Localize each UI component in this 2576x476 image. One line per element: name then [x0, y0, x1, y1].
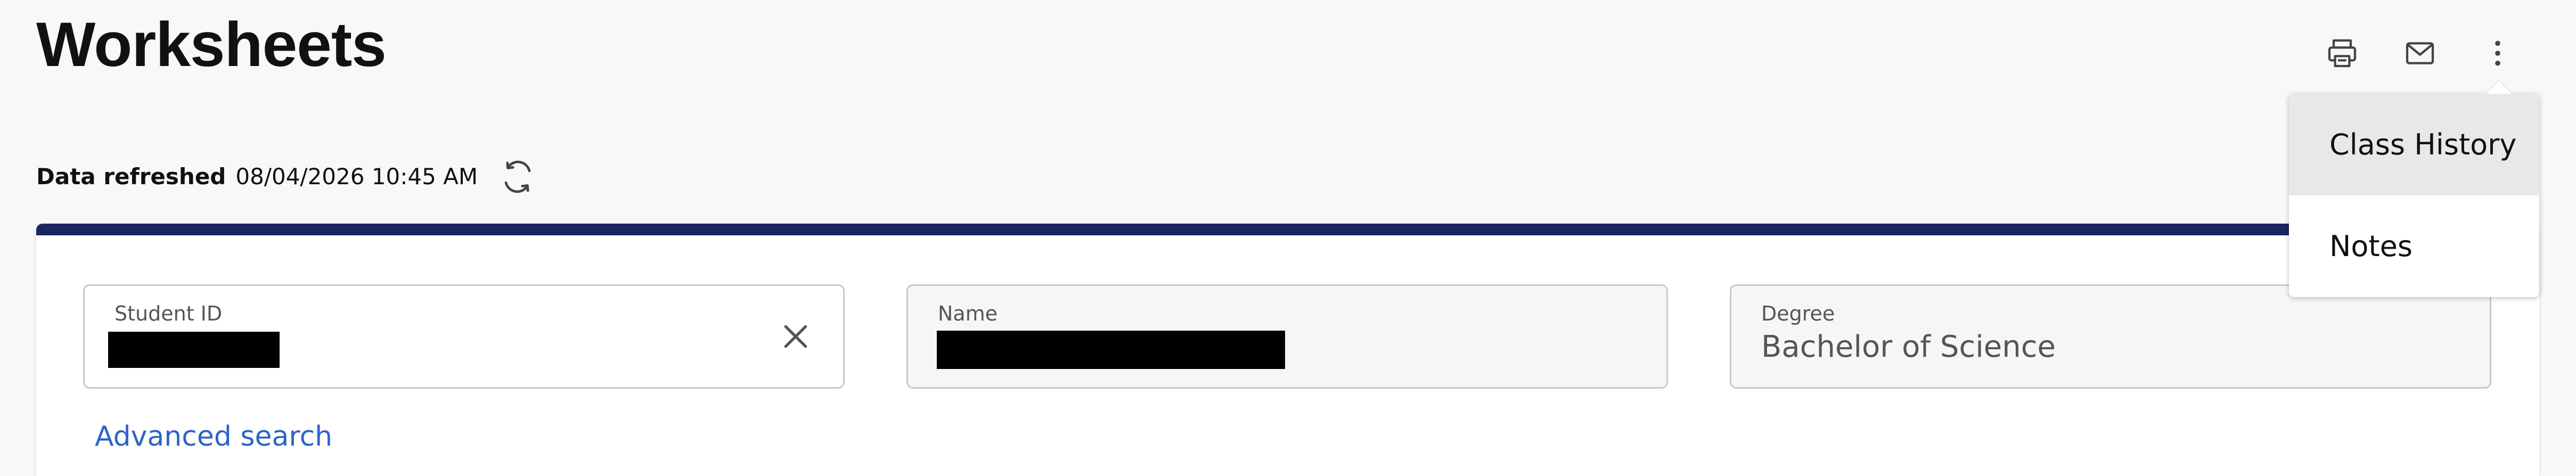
clear-student-id-button[interactable]: [772, 314, 820, 362]
data-refreshed-label: Data refreshed: [36, 163, 226, 190]
menu-item-notes[interactable]: Notes: [2289, 195, 2539, 297]
more-vertical-icon: [2481, 36, 2515, 70]
menu-caret: [2486, 81, 2512, 94]
name-value-redacted: [937, 331, 1285, 369]
refresh-icon: [500, 159, 535, 196]
degree-value: Bachelor of Science: [1761, 330, 2056, 364]
print-button[interactable]: [2322, 33, 2362, 73]
name-field: Name: [906, 284, 1668, 389]
degree-field: Degree Bachelor of Science: [1730, 284, 2491, 389]
mail-icon: [2403, 36, 2437, 70]
data-refreshed-timestamp: 08/04/2026 10:45 AM: [235, 163, 478, 190]
degree-label: Degree: [1761, 302, 1835, 325]
student-id-value-redacted: [108, 332, 280, 368]
print-icon: [2325, 36, 2359, 70]
more-options-button[interactable]: [2477, 33, 2518, 73]
student-id-label: Student ID: [115, 302, 223, 325]
data-refreshed-row: Data refreshed 08/04/2026 10:45 AM: [36, 158, 478, 195]
page-title: Worksheets: [36, 10, 387, 80]
menu-item-class-history[interactable]: Class History: [2289, 94, 2539, 195]
email-button[interactable]: [2400, 33, 2440, 73]
student-id-field[interactable]: Student ID: [83, 284, 845, 389]
advanced-search-link[interactable]: Advanced search: [95, 421, 332, 453]
more-options-menu: Class History Notes: [2289, 81, 2539, 297]
close-icon: [779, 319, 813, 356]
name-label: Name: [938, 302, 998, 325]
refresh-button[interactable]: [497, 158, 538, 198]
